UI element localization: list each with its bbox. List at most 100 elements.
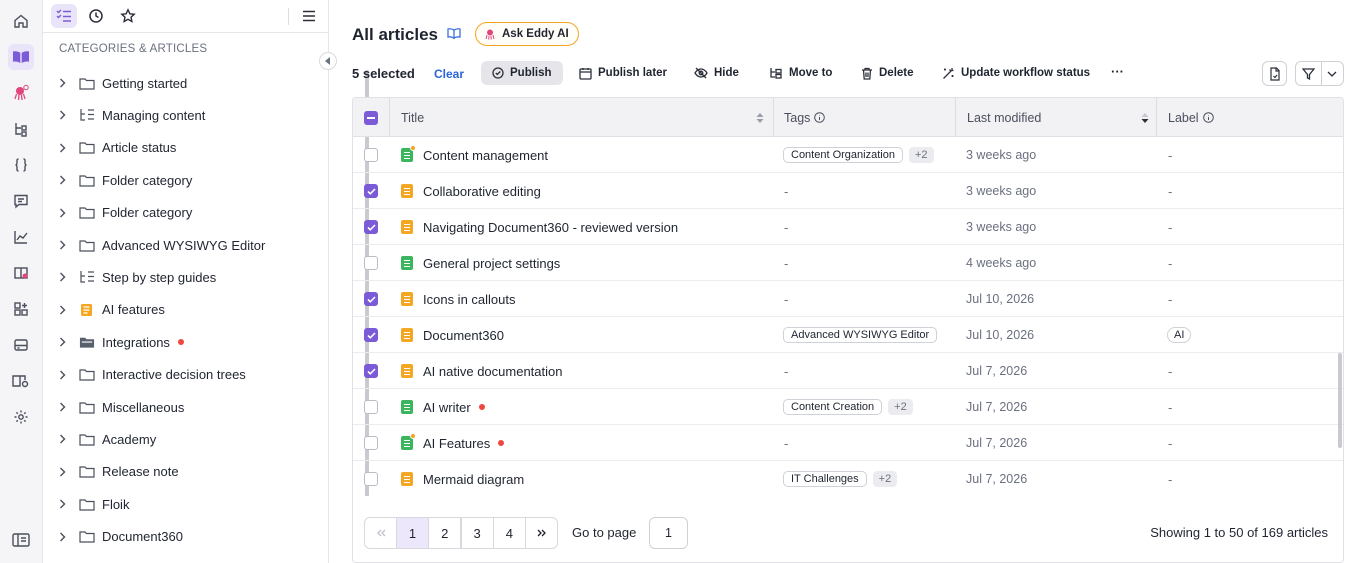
tree-item[interactable]: Advanced WYSIWYG Editor	[43, 229, 323, 261]
collapse-panel-icon[interactable]	[8, 527, 34, 553]
menu-icon[interactable]	[296, 4, 322, 28]
more-tags-badge[interactable]: +2	[908, 147, 934, 163]
article-title[interactable]: General project settings	[423, 256, 560, 271]
recent-icon[interactable]	[83, 4, 109, 28]
table-row[interactable]: Content management Content Organization +2…	[353, 137, 1343, 173]
table-row[interactable]: AI writer Content Creation +2 Jul 7, 2026 -	[353, 389, 1343, 425]
go-to-page-input[interactable]: 1	[649, 517, 688, 549]
workflow-icon[interactable]	[8, 116, 34, 142]
star-icon[interactable]	[115, 4, 141, 28]
tag-chip[interactable]: Content Organization	[783, 147, 903, 163]
article-title[interactable]: AI writer	[423, 400, 471, 415]
tag-chip[interactable]: Content Creation	[783, 399, 883, 415]
chevron-right-icon[interactable]	[59, 467, 73, 477]
table-row[interactable]: Document360 Advanced WYSIWYG Editor Jul 10…	[353, 317, 1343, 353]
chevron-right-icon[interactable]	[59, 434, 73, 444]
table-row[interactable]: Icons in callouts - Jul 10, 2026 -	[353, 281, 1343, 317]
label-chip[interactable]: AI	[1167, 327, 1192, 343]
select-all-checkbox[interactable]	[364, 98, 378, 137]
tree-item[interactable]: Step by step guides	[43, 261, 323, 293]
analytics-icon[interactable]	[8, 224, 34, 250]
sort-icon[interactable]	[756, 98, 764, 137]
chevron-right-icon[interactable]	[59, 240, 73, 250]
collapse-tree-button[interactable]	[319, 52, 337, 70]
info-icon[interactable]	[814, 112, 826, 123]
sort-desc-icon[interactable]	[1141, 98, 1149, 137]
row-checkbox[interactable]	[364, 184, 378, 198]
article-title[interactable]: AI native documentation	[423, 364, 562, 379]
chevron-right-icon[interactable]	[59, 110, 73, 120]
tree-item[interactable]: Managing content	[43, 99, 323, 131]
tag-chip[interactable]: Advanced WYSIWYG Editor	[783, 327, 938, 343]
knowledge-base-icon[interactable]	[8, 44, 34, 70]
docs-book-icon[interactable]	[447, 27, 461, 39]
row-checkbox[interactable]	[364, 400, 378, 414]
article-title[interactable]: Navigating Document360 - reviewed versio…	[423, 220, 678, 235]
home-icon[interactable]	[8, 8, 34, 34]
article-title[interactable]: Collaborative editing	[423, 184, 541, 199]
column-header-title[interactable]: Title	[401, 98, 424, 137]
feedback-icon[interactable]	[8, 188, 34, 214]
publish-button[interactable]: Publish	[481, 61, 563, 85]
row-checkbox[interactable]	[364, 148, 378, 162]
page-button[interactable]: 2	[428, 517, 462, 549]
drive-icon[interactable]	[8, 332, 34, 358]
row-checkbox[interactable]	[364, 436, 378, 450]
tree-view-icon[interactable]	[51, 4, 77, 28]
table-row[interactable]: Collaborative editing - 3 weeks ago -	[353, 173, 1343, 209]
delete-button[interactable]: Delete	[861, 61, 914, 85]
tree-item[interactable]: Integrations	[43, 326, 323, 358]
page-button[interactable]: 1	[396, 517, 429, 549]
article-title[interactable]: AI Features	[423, 436, 490, 451]
info-icon[interactable]	[1202, 112, 1214, 123]
row-checkbox[interactable]	[364, 220, 378, 234]
row-checkbox[interactable]	[364, 364, 378, 378]
publish-later-button[interactable]: Publish later	[579, 61, 667, 85]
chevron-right-icon[interactable]	[59, 143, 73, 153]
column-header-label[interactable]: Label	[1168, 98, 1214, 137]
first-page-button[interactable]	[364, 517, 397, 549]
tree-item[interactable]: Miscellaneous	[43, 391, 323, 423]
settings-icon[interactable]	[8, 404, 34, 430]
row-checkbox[interactable]	[364, 256, 378, 270]
more-actions-button[interactable]: ···	[1111, 59, 1124, 83]
table-row[interactable]: General project settings - 4 weeks ago -	[353, 245, 1343, 281]
eddy-ai-icon[interactable]	[8, 80, 34, 106]
article-title[interactable]: Document360	[423, 328, 504, 343]
column-header-last-modified[interactable]: Last modified	[967, 98, 1041, 137]
table-row[interactable]: Mermaid diagram IT Challenges +2 Jul 7, 202…	[353, 461, 1343, 497]
hide-button[interactable]: Hide	[694, 61, 739, 85]
chevron-right-icon[interactable]	[59, 532, 73, 542]
move-to-button[interactable]: Move to	[769, 61, 832, 85]
tree-item[interactable]: Interactive decision trees	[43, 359, 323, 391]
page-button[interactable]: 4	[492, 517, 526, 549]
tree-item[interactable]: Getting started	[43, 67, 323, 99]
tree-item[interactable]: AI features	[43, 294, 323, 326]
table-row[interactable]: AI Features - Jul 7, 2026 -	[353, 425, 1343, 461]
chevron-right-icon[interactable]	[59, 175, 73, 185]
table-row[interactable]: AI native documentation - Jul 7, 2026 -	[353, 353, 1343, 389]
tree-item[interactable]: Document360	[43, 521, 323, 553]
clear-selection-link[interactable]: Clear	[434, 67, 464, 81]
chevron-right-icon[interactable]	[59, 272, 73, 282]
tree-item[interactable]: Folder category	[43, 164, 323, 196]
portal-icon[interactable]	[8, 368, 34, 394]
article-title[interactable]: Content management	[423, 148, 548, 163]
row-checkbox[interactable]	[364, 328, 378, 342]
widget-icon[interactable]	[8, 260, 34, 286]
table-scrollbar[interactable]	[1338, 353, 1342, 448]
tree-item[interactable]: Floik	[43, 488, 323, 520]
filter-button[interactable]	[1295, 61, 1344, 86]
article-title[interactable]: Mermaid diagram	[423, 472, 524, 487]
tree-item[interactable]: Article status	[43, 132, 323, 164]
row-checkbox[interactable]	[364, 472, 378, 486]
chevron-right-icon[interactable]	[59, 337, 73, 347]
chevron-right-icon[interactable]	[59, 208, 73, 218]
export-button[interactable]	[1262, 61, 1287, 86]
last-page-button[interactable]	[525, 517, 558, 549]
article-title[interactable]: Icons in callouts	[423, 292, 516, 307]
column-header-tags[interactable]: Tags	[784, 98, 826, 137]
chevron-right-icon[interactable]	[59, 370, 73, 380]
integrations-icon[interactable]	[8, 296, 34, 322]
tag-chip[interactable]: IT Challenges	[783, 471, 867, 487]
